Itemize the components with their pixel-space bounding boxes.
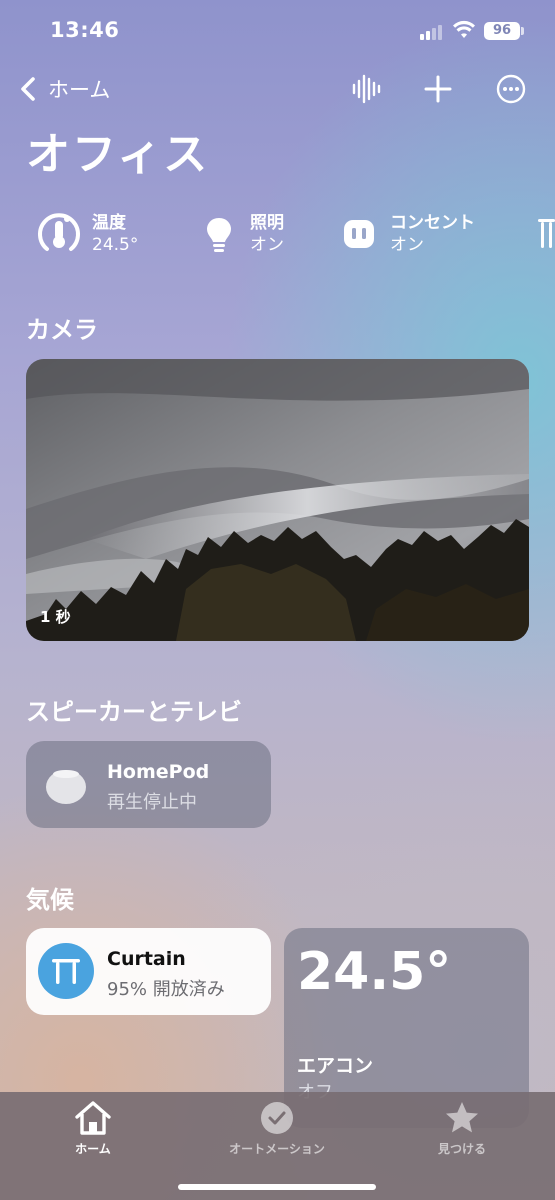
- tab-automation[interactable]: オートメーション: [202, 1100, 352, 1160]
- outlets-chip[interactable]: コンセント オン: [336, 206, 475, 262]
- camera-age-label: 1 秒: [40, 608, 71, 626]
- battery-tip: [521, 27, 524, 35]
- chip-label: コンセント: [390, 213, 475, 233]
- siri-waveform-icon[interactable]: [349, 72, 383, 106]
- section-title-climate: 気候: [26, 886, 74, 914]
- homepod-name: HomePod: [107, 761, 210, 783]
- outlet-icon: [344, 220, 374, 248]
- section-title-camera: カメラ: [26, 316, 98, 344]
- lightbulb-icon: [207, 218, 231, 252]
- tab-label: 見つける: [437, 1142, 486, 1156]
- chip-label: 照明: [250, 213, 284, 233]
- chip-value: 24.5°: [92, 235, 139, 255]
- wifi-icon: [453, 20, 475, 38]
- more-options-icon[interactable]: [494, 72, 528, 106]
- homepod-tile[interactable]: HomePod 再生停止中: [26, 741, 271, 828]
- house-icon: [75, 1101, 111, 1135]
- chip-label: 温度: [92, 213, 126, 233]
- cellular-signal-icon: [420, 24, 446, 40]
- aircon-name: エアコン: [297, 1055, 374, 1077]
- temperature-chip[interactable]: 温度 24.5°: [34, 206, 138, 262]
- back-label: ホーム: [48, 78, 111, 102]
- page-title: オフィス: [26, 129, 210, 180]
- clock-check-icon: [261, 1102, 293, 1134]
- curtain-name: Curtain: [107, 948, 186, 970]
- curtain-chip-icon[interactable]: [536, 214, 555, 252]
- chip-value: オン: [250, 235, 284, 255]
- thermometer-icon: [38, 213, 80, 251]
- camera-snapshot: [26, 359, 529, 641]
- tab-label: オートメーション: [229, 1142, 325, 1156]
- chevron-left-icon: [21, 77, 35, 101]
- star-icon: [446, 1102, 478, 1133]
- home-indicator: [178, 1184, 376, 1190]
- status-time: 13:46: [50, 18, 120, 42]
- section-title-speakers: スピーカーとテレビ: [26, 698, 242, 726]
- chip-value: オン: [390, 235, 424, 255]
- curtain-status: 95% 開放済み: [107, 979, 225, 1000]
- status-bar: 13:46 96: [0, 0, 555, 62]
- camera-feed[interactable]: 1 秒: [26, 359, 529, 641]
- homepod-icon: [46, 770, 86, 804]
- homepod-status: 再生停止中: [107, 792, 197, 813]
- battery-indicator: 96: [484, 22, 520, 40]
- lights-chip[interactable]: 照明 オン: [196, 206, 284, 262]
- tab-discover[interactable]: 見つける: [387, 1100, 537, 1160]
- curtain-tile[interactable]: Curtain 95% 開放済み: [26, 928, 271, 1015]
- add-icon[interactable]: [421, 72, 455, 106]
- curtain-icon: [38, 943, 94, 999]
- aircon-temperature: 24.5°: [297, 942, 452, 1002]
- back-button[interactable]: ホーム: [16, 72, 110, 106]
- tab-label: ホーム: [75, 1142, 111, 1156]
- tab-home[interactable]: ホーム: [18, 1100, 168, 1160]
